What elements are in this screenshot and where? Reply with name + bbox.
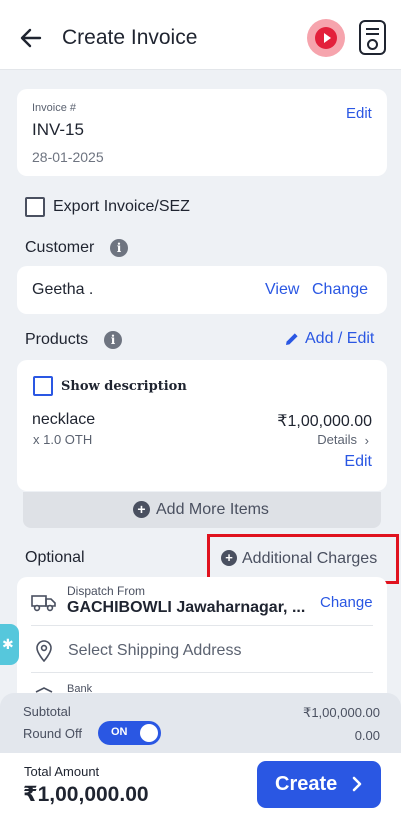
product-item-price: ₹1,00,000.00: [277, 413, 372, 430]
invoice-number-label: Invoice #: [32, 102, 77, 114]
product-details-link[interactable]: Details: [317, 432, 357, 447]
invoice-number: INV-15: [32, 120, 84, 139]
products-add-edit-link[interactable]: Add / Edit: [305, 330, 374, 348]
divider: [31, 625, 373, 626]
app-header: Create Invoice: [0, 0, 401, 70]
footer-bar: Total Amount ₹1,00,000.00 Create: [0, 753, 401, 828]
export-invoice-label: Export Invoice/SEZ: [53, 198, 190, 215]
invoice-edit-link[interactable]: Edit: [346, 105, 372, 122]
location-pin-icon: [36, 640, 52, 662]
optional-section-title: Optional: [25, 549, 85, 566]
round-off-label: Round Off: [23, 726, 83, 741]
customer-view-link[interactable]: View: [265, 281, 299, 299]
customer-section-title: Customer: [25, 239, 95, 256]
floating-side-tab[interactable]: ✱: [0, 624, 19, 665]
select-shipping-address[interactable]: Select Shipping Address: [68, 642, 241, 660]
subtotal-value: ₹1,00,000.00: [303, 705, 380, 720]
customer-info-icon[interactable]: i: [110, 239, 128, 257]
customer-name: Geetha .: [32, 281, 94, 298]
product-item-edit-link[interactable]: Edit: [344, 453, 372, 471]
device-settings-icon[interactable]: [359, 20, 386, 55]
create-button[interactable]: Create: [257, 761, 381, 808]
divider: [31, 672, 373, 673]
pencil-icon[interactable]: [284, 331, 300, 347]
add-more-items-button[interactable]: + Add More Items: [23, 492, 381, 528]
show-description-checkbox[interactable]: [33, 376, 53, 396]
total-amount-value: ₹1,00,000.00: [23, 783, 149, 806]
truck-icon: [31, 595, 56, 612]
plus-circle-icon: +: [133, 501, 150, 518]
shipping-card: Dispatch From GACHIBOWLI Jawaharnagar, .…: [17, 577, 387, 707]
totals-panel: Subtotal ₹1,00,000.00 Round Off ON 0.00: [0, 693, 401, 753]
round-off-toggle[interactable]: ON: [98, 721, 161, 745]
round-off-value: 0.00: [354, 728, 380, 743]
total-amount-label: Total Amount: [24, 764, 100, 779]
invoice-card: Invoice # INV-15 28-01-2025 Edit: [17, 89, 387, 176]
pin-icon: ✱: [2, 636, 14, 652]
add-more-items-label: Add More Items: [156, 501, 269, 518]
product-item-name: necklace: [32, 411, 96, 428]
plus-circle-icon: +: [221, 550, 237, 566]
toggle-knob: [140, 724, 158, 742]
subtotal-label: Subtotal: [23, 704, 71, 719]
invoice-date: 28-01-2025: [32, 149, 104, 165]
show-description-label: Show description: [61, 379, 187, 394]
product-item-quantity: x 1.0 OTH: [33, 432, 93, 447]
customer-card: Geetha . View Change: [17, 266, 387, 314]
page-title: Create Invoice: [62, 26, 198, 49]
products-section-title: Products: [25, 331, 89, 348]
additional-charges-label: Additional Charges: [242, 550, 378, 567]
create-button-label: Create: [275, 773, 338, 795]
toggle-on-label: ON: [111, 726, 128, 738]
dispatch-from-address: GACHIBOWLI Jawaharnagar, ...: [67, 599, 306, 616]
customer-change-link[interactable]: Change: [312, 281, 368, 299]
chevron-right-icon[interactable]: ›: [365, 433, 369, 448]
play-video-icon[interactable]: [307, 19, 345, 57]
products-info-icon[interactable]: i: [104, 331, 122, 349]
chevron-right-icon: [352, 776, 362, 792]
dispatch-change-link[interactable]: Change: [320, 594, 373, 611]
dispatch-from-label: Dispatch From: [67, 584, 146, 598]
back-arrow-icon[interactable]: [18, 25, 44, 51]
product-card: Show description necklace ₹1,00,000.00 x…: [17, 360, 387, 491]
export-invoice-checkbox[interactable]: [25, 197, 45, 217]
